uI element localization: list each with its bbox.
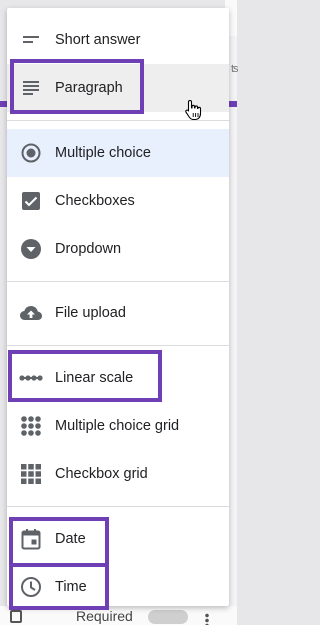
menu-item-label: File upload	[55, 305, 126, 321]
more-options-icon[interactable]	[205, 613, 209, 625]
radio-button-icon	[19, 141, 43, 165]
menu-item-label: Multiple choice grid	[55, 418, 180, 434]
menu-item-time[interactable]: Time	[7, 563, 229, 606]
menu-divider	[7, 345, 229, 346]
hand-pointer-icon	[185, 99, 202, 121]
dropdown-icon	[19, 237, 43, 261]
grid-dots-icon	[19, 414, 43, 438]
menu-item-date[interactable]: Date	[7, 515, 229, 563]
menu-item-short-answer[interactable]: Short answer	[7, 16, 229, 64]
menu-item-checkbox-grid[interactable]: Checkbox grid	[7, 450, 229, 498]
calendar-icon	[19, 527, 43, 551]
menu-item-label: Date	[55, 531, 86, 547]
form-background-right	[229, 0, 237, 625]
short-answer-icon	[19, 28, 43, 52]
menu-item-label: Dropdown	[55, 241, 122, 257]
required-toggle[interactable]	[148, 610, 188, 624]
menu-item-linear-scale[interactable]: Linear scale	[7, 354, 229, 402]
required-label: Required	[76, 608, 133, 624]
linear-scale-icon	[19, 366, 43, 390]
theme-accent-strip	[229, 101, 237, 107]
grid-squares-icon	[19, 462, 43, 486]
menu-item-label: Checkboxes	[55, 193, 135, 209]
menu-item-label: Time	[55, 579, 87, 595]
menu-item-checkboxes[interactable]: Checkboxes	[7, 177, 229, 225]
question-type-menu: Short answer Paragraph Multiple choice C…	[7, 8, 229, 606]
cloud-upload-icon	[19, 301, 43, 325]
menu-item-dropdown[interactable]: Dropdown	[7, 225, 229, 273]
menu-divider	[7, 281, 229, 282]
copy-icon[interactable]	[10, 610, 22, 623]
menu-item-label: Short answer	[55, 32, 141, 48]
menu-item-file-upload[interactable]: File upload	[7, 289, 229, 337]
checkbox-icon	[19, 189, 43, 213]
menu-item-multiple-choice[interactable]: Multiple choice	[7, 129, 229, 177]
menu-divider	[7, 506, 229, 507]
clock-icon	[19, 575, 43, 599]
menu-item-label: Paragraph	[55, 80, 123, 96]
menu-item-multiple-choice-grid[interactable]: Multiple choice grid	[7, 402, 229, 450]
menu-item-label: Checkbox grid	[55, 466, 148, 482]
menu-item-label: Linear scale	[55, 370, 134, 386]
clipped-background-text: ts	[231, 63, 239, 75]
menu-item-label: Multiple choice	[55, 145, 151, 161]
paragraph-icon	[19, 76, 43, 100]
